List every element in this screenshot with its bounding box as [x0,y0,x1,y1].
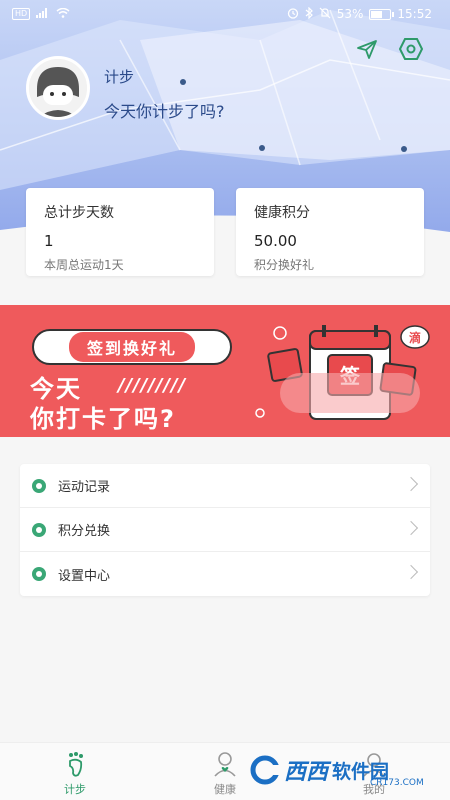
checkin-banner[interactable]: 签到换好礼 今天 ///////// 你打卡了吗? 签 滴 [0,305,450,437]
banner-pill-text: 签到换好礼 [68,332,195,362]
alarm-icon [287,7,299,22]
nav-tab-steps[interactable]: 计步 [45,751,105,797]
menu-item-exercise-record[interactable]: 运动记录 [20,464,430,508]
stat-title: 健康积分 [254,205,310,221]
send-icon[interactable] [354,36,380,62]
exchange-icon [32,522,46,537]
chevron-right-icon [403,476,419,492]
signal-icon [36,7,50,21]
footprint-icon [69,752,83,777]
menu-label: 积分兑换 [58,524,111,539]
mute-icon [319,7,331,22]
watermark-logo-text: 西西 [284,760,329,785]
settings-hex-icon[interactable] [398,36,424,62]
chevron-right-icon [403,520,419,536]
watermark-logo-icon [250,755,280,785]
battery-percent: 53% [336,7,364,21]
avatar-face-icon [29,59,87,117]
menu-item-points-exchange[interactable]: 积分兑换 [20,508,430,552]
nav-label: 健康 [214,783,236,796]
site-watermark: 西西 软件园 CR173.COM [250,748,445,792]
menu-list: 运动记录 积分兑换 设置中心 [20,464,430,596]
calendar-illustration-icon: 签 滴 [255,325,430,420]
network-badge: HD [12,8,31,20]
menu-label: 设置中心 [58,568,111,584]
clock: 15:52 [397,7,432,21]
banner-slashes: ///////// [118,375,187,396]
stat-card-step-days[interactable]: 总计步天数 1 本周总运动1天 [26,188,214,276]
stat-value: 50.00 [254,232,297,250]
stat-value: 1 [44,232,54,250]
profile-subtitle: 今天你计步了吗? [104,102,225,121]
avatar[interactable] [26,56,90,120]
banner-pill: 签到换好礼 [32,329,232,365]
watermark-url: CR173.COM [370,778,424,788]
drop-char: 滴 [409,330,421,345]
stat-title: 总计步天数 [44,205,114,221]
stat-note: 本周总运动1天 [44,258,124,272]
chevron-right-icon [403,564,419,580]
nav-tab-health[interactable]: 健康 [195,751,255,797]
stat-card-health-points[interactable]: 健康积分 50.00 积分换好礼 [236,188,424,276]
stat-note: 积分换好礼 [254,258,315,272]
settings-icon [32,567,46,581]
record-icon [32,478,46,493]
banner-headline-2: 你打卡了吗? [30,405,176,433]
bluetooth-icon [305,6,313,22]
health-person-icon [214,752,236,777]
menu-label: 运动记录 [58,480,111,495]
status-bar: HD 53% 15:52 [0,0,450,28]
wifi-icon [56,7,70,21]
battery-icon [369,8,395,20]
nav-label: 计步 [64,783,86,796]
profile-name: 计步 [104,68,135,86]
menu-item-settings[interactable]: 设置中心 [20,552,430,596]
